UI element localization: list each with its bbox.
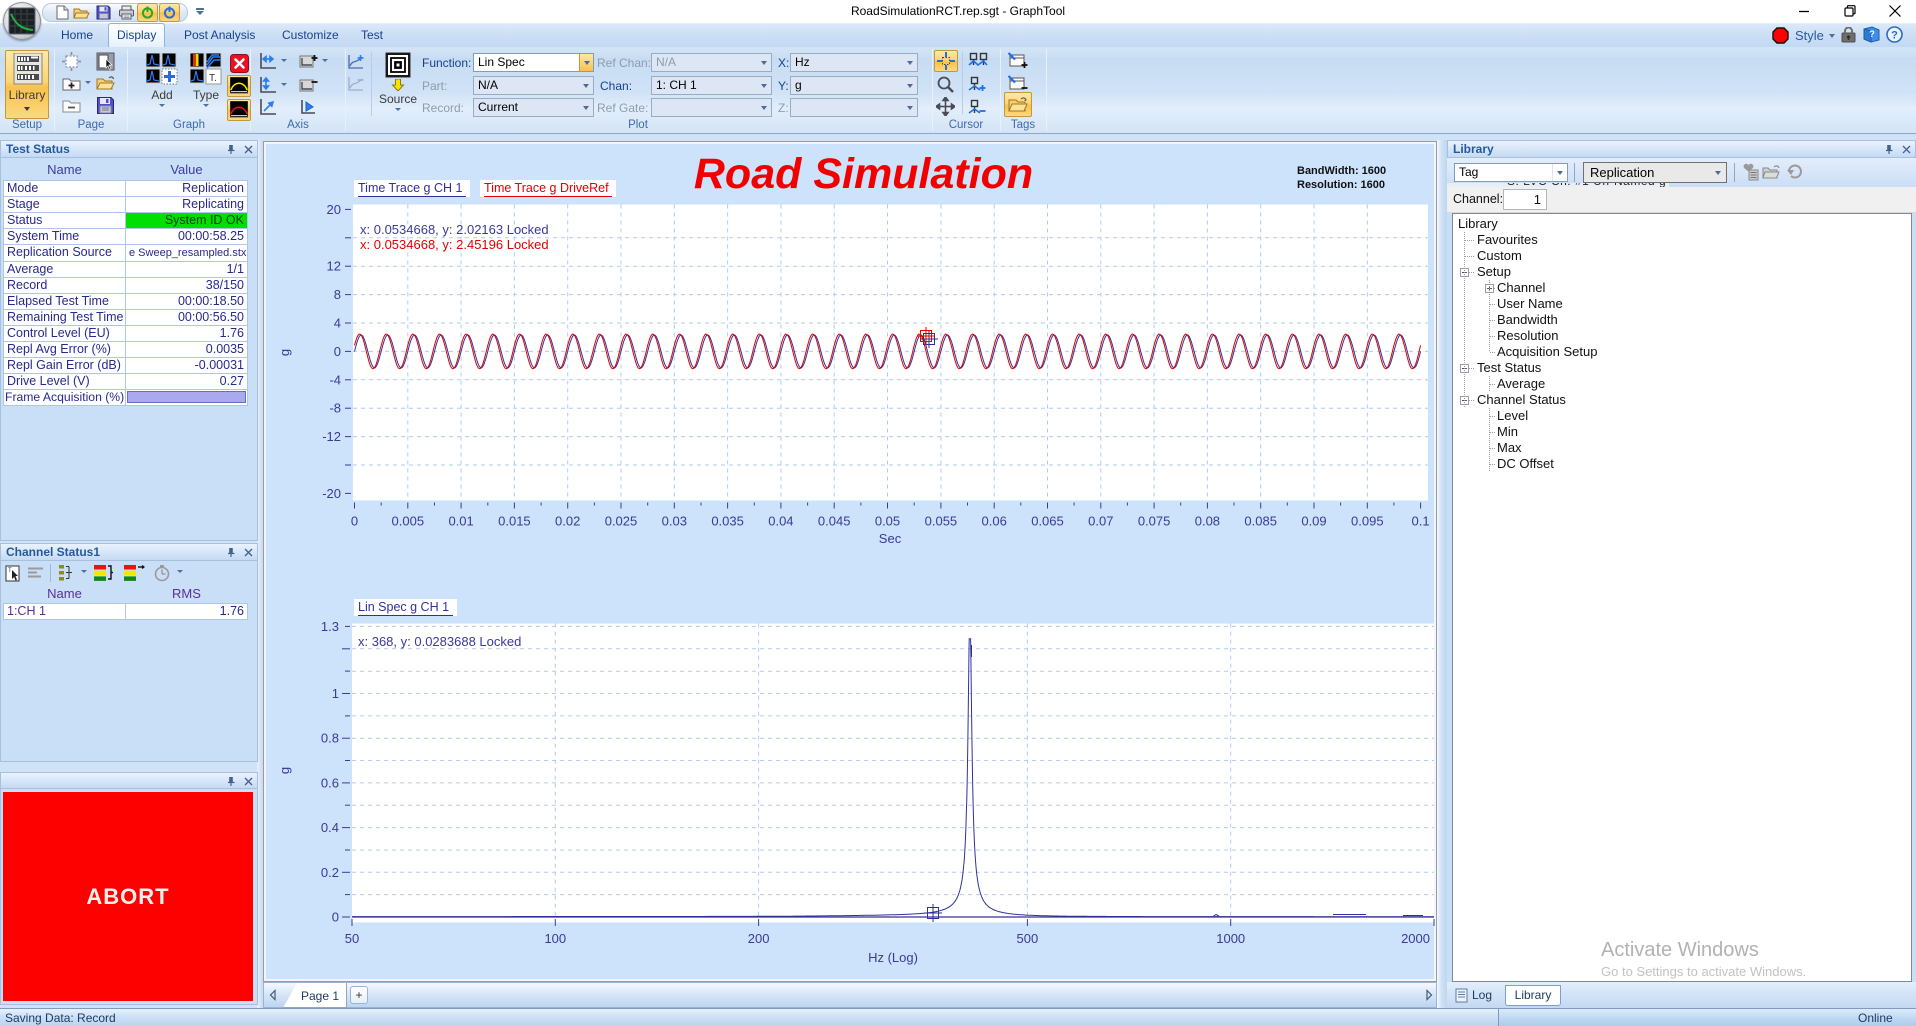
svg-text:0.03: 0.03: [662, 514, 687, 529]
svg-text:0.075: 0.075: [1138, 514, 1171, 529]
svg-text:4: 4: [334, 316, 341, 331]
svg-text:0.2: 0.2: [321, 865, 339, 880]
svg-text:0.07: 0.07: [1088, 514, 1113, 529]
svg-text:0.085: 0.085: [1244, 514, 1277, 529]
svg-text:0.02: 0.02: [555, 514, 580, 529]
svg-text:0.01: 0.01: [448, 514, 473, 529]
svg-text:-8: -8: [329, 401, 341, 416]
svg-text:20: 20: [327, 202, 341, 217]
svg-text:0.05: 0.05: [875, 514, 900, 529]
svg-text:0.015: 0.015: [498, 514, 531, 529]
svg-text:50: 50: [345, 931, 359, 946]
svg-text:1.3: 1.3: [321, 619, 339, 634]
svg-text:1: 1: [332, 686, 339, 701]
svg-text:0.08: 0.08: [1195, 514, 1220, 529]
svg-text:-4: -4: [329, 372, 341, 387]
svg-text:0.055: 0.055: [925, 514, 958, 529]
svg-text:0: 0: [351, 514, 358, 529]
svg-text:0.04: 0.04: [768, 514, 793, 529]
svg-text:0: 0: [334, 344, 341, 359]
svg-text:0.09: 0.09: [1301, 514, 1326, 529]
svg-text:8: 8: [334, 287, 341, 302]
svg-text:0.6: 0.6: [321, 775, 339, 790]
svg-text:0.035: 0.035: [711, 514, 744, 529]
svg-text:500: 500: [1017, 931, 1039, 946]
svg-text:0.065: 0.065: [1031, 514, 1064, 529]
svg-text:2000: 2000: [1401, 931, 1430, 946]
svg-text:T.: T.: [209, 73, 217, 84]
svg-text:200: 200: [748, 931, 770, 946]
svg-text:0.1: 0.1: [1412, 514, 1430, 529]
svg-text:?: ?: [1891, 30, 1898, 42]
svg-text:-12: -12: [322, 429, 341, 444]
svg-text:0: 0: [332, 910, 339, 925]
svg-text:100: 100: [544, 931, 566, 946]
svg-text:0.06: 0.06: [982, 514, 1007, 529]
svg-text:T: T: [8, 568, 12, 574]
svg-text:0.095: 0.095: [1351, 514, 1384, 529]
svg-text:0.045: 0.045: [818, 514, 851, 529]
svg-text:0.025: 0.025: [605, 514, 638, 529]
svg-text:-20: -20: [322, 486, 341, 501]
svg-text:0.4: 0.4: [321, 820, 339, 835]
svg-text:1000: 1000: [1216, 931, 1245, 946]
svg-text:0.005: 0.005: [392, 514, 425, 529]
svg-text:12: 12: [327, 259, 341, 274]
svg-text:?: ?: [1869, 29, 1875, 39]
svg-text:0.8: 0.8: [321, 731, 339, 746]
